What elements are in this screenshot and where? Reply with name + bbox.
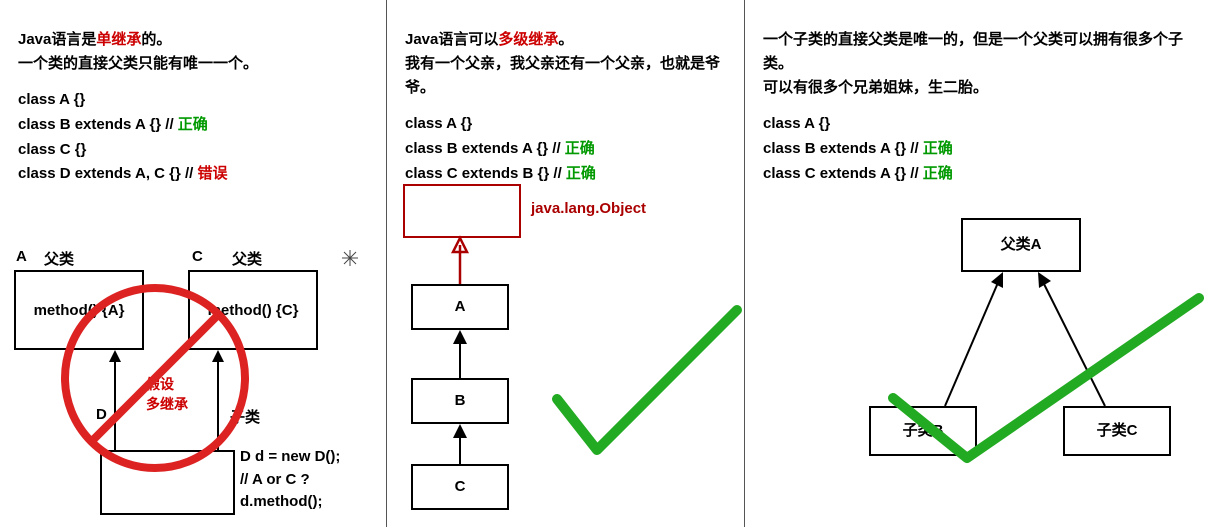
t: 。: [558, 31, 573, 48]
label-parent: 父类: [44, 248, 74, 269]
t-green: 正确: [923, 165, 953, 182]
t-red: 错误: [198, 165, 228, 182]
code-line: class C {}: [18, 138, 368, 163]
t: Java语言是: [18, 31, 96, 48]
code-line: D d = new D();: [240, 446, 340, 469]
t-red: 单继承: [96, 31, 141, 48]
col3-text: 一个子类的直接父类是唯一的，但是一个父类可以拥有很多个子类。 可以有很多个兄弟姐…: [763, 28, 1196, 100]
t: 一个类的直接父类只能有唯一一个。: [18, 55, 258, 72]
box-b: B: [411, 378, 509, 424]
box-object: [403, 184, 521, 238]
t: class B extends A {} //: [18, 116, 178, 133]
col2-text: Java语言可以多级继承。 我有一个父亲，我父亲还有一个父亲，也就是爷爷。: [405, 28, 726, 100]
t: 可以有很多个兄弟姐妹，生二胎。: [763, 79, 988, 96]
code-line: // A or C ?: [240, 469, 340, 492]
code-line: class B extends A {} // 正确: [763, 137, 1196, 162]
code-line: d.method();: [240, 491, 340, 514]
t: 我有一个父亲，我父亲还有一个父亲，也就是爷爷。: [405, 55, 720, 96]
cursor-icon: [340, 248, 360, 268]
t: class C extends B {} //: [405, 165, 566, 182]
box-child-c: 子类C: [1063, 406, 1171, 456]
label-multi-inherit: 多继承: [146, 394, 188, 414]
t-green: 正确: [923, 140, 953, 157]
code-line: class A {}: [763, 112, 1196, 137]
box-c: C: [411, 464, 509, 510]
method-label: method() {C}: [190, 272, 316, 319]
box-class-d: [100, 450, 235, 515]
label-parent: 父类: [232, 248, 262, 269]
label-class-d: D: [96, 406, 107, 423]
code-line: class A {}: [18, 88, 368, 113]
t: class D extends A, C {} //: [18, 165, 198, 182]
t-green: 正确: [565, 140, 595, 157]
code-line: class A {}: [405, 112, 726, 137]
t: class B extends A {} //: [763, 140, 923, 157]
label-assume: 假设: [146, 374, 174, 394]
col1-usage-code: D d = new D(); // A or C ? d.method();: [240, 446, 340, 514]
panel-multilevel-inheritance: Java语言可以多级继承。 我有一个父亲，我父亲还有一个父亲，也就是爷爷。 cl…: [386, 0, 744, 527]
t-green: 正确: [178, 116, 208, 133]
col1-code: class A {} class B extends A {} // 正确 cl…: [18, 88, 368, 187]
code-line: class C extends B {} // 正确: [405, 162, 726, 187]
panel-single-inheritance: Java语言是单继承的。 一个类的直接父类只能有唯一一个。 class A {}…: [0, 0, 386, 527]
t: 的。: [141, 31, 171, 48]
code-line: class B extends A {} // 正确: [405, 137, 726, 162]
box-class-a: method() {A}: [14, 270, 144, 350]
label-java-lang-object: java.lang.Object: [531, 200, 646, 217]
col1-text: Java语言是单继承的。 一个类的直接父类只能有唯一一个。: [18, 28, 368, 76]
t: class B extends A {} //: [405, 140, 565, 157]
method-label: method() {A}: [16, 272, 142, 319]
col3-code: class A {} class B extends A {} // 正确 cl…: [763, 112, 1196, 186]
panel-multiple-children: 一个子类的直接父类是唯一的，但是一个父类可以拥有很多个子类。 可以有很多个兄弟姐…: [744, 0, 1214, 527]
t: Java语言可以: [405, 31, 498, 48]
label-class-a: A: [16, 248, 27, 265]
t: 一个子类的直接父类是唯一的，但是一个父类可以拥有很多个子类。: [763, 31, 1183, 72]
t-red: 多级继承: [498, 31, 558, 48]
label-class-c: C: [192, 248, 203, 265]
t: class C extends A {} //: [763, 165, 923, 182]
code-line: class B extends A {} // 正确: [18, 113, 368, 138]
box-class-c: method() {C}: [188, 270, 318, 350]
code-line: class C extends A {} // 正确: [763, 162, 1196, 187]
col2-code: class A {} class B extends A {} // 正确 cl…: [405, 112, 726, 186]
box-a: A: [411, 284, 509, 330]
t-green: 正确: [566, 165, 596, 182]
box-child-b: 子类B: [869, 406, 977, 456]
label-subclass: 子类: [230, 406, 260, 427]
box-parent-a: 父类A: [961, 218, 1081, 272]
code-line: class D extends A, C {} // 错误: [18, 162, 368, 187]
